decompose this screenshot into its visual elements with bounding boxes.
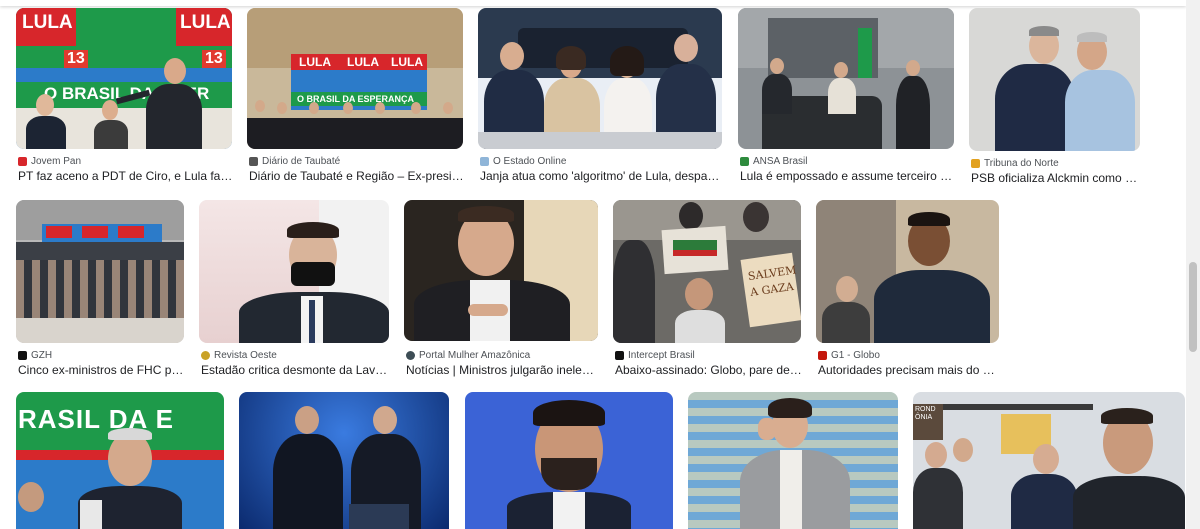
source-name: Jovem Pan: [31, 155, 82, 167]
result-card[interactable]: RASIL DA E: [16, 392, 224, 529]
result-thumbnail[interactable]: [16, 200, 184, 343]
result-title[interactable]: Cinco ex-ministros de FHC par…: [18, 363, 186, 377]
source-name: GZH: [31, 349, 53, 361]
result-source[interactable]: Tribuna do Norte: [971, 157, 1059, 169]
g1-favicon-icon: [818, 350, 827, 360]
gaza-sign-text: SALVEM A GAZA: [747, 263, 798, 299]
mulher-amazonica-favicon-icon: [406, 350, 415, 360]
result-card[interactable]: O Estado Online Janja atua como 'algorit…: [478, 8, 722, 186]
estado-online-favicon-icon: [480, 156, 489, 166]
result-source[interactable]: ANSA Brasil: [740, 155, 807, 167]
banner-text: LULA: [22, 12, 73, 33]
result-source[interactable]: Revista Oeste: [201, 349, 277, 361]
banner-text-3: LULA: [391, 55, 423, 69]
revista-oeste-favicon-icon: [201, 350, 210, 360]
result-card[interactable]: Portal Mulher Amazônica Notícias | Minis…: [404, 200, 600, 378]
sign-text: RONDÔNIA: [915, 406, 936, 421]
tribuna-norte-favicon-icon: [971, 158, 980, 168]
result-thumbnail[interactable]: [478, 8, 722, 149]
source-name: G1 - Globo: [831, 349, 880, 361]
diario-taubate-favicon-icon: [249, 156, 258, 166]
result-title[interactable]: Abaixo-assinado: Globo, pare de d…: [615, 363, 803, 377]
result-card[interactable]: ANSA Brasil Lula é empossado e assume te…: [738, 8, 956, 186]
banner-number: 13: [64, 50, 88, 68]
source-name: Tribuna do Norte: [984, 157, 1059, 169]
result-card[interactable]: [688, 392, 898, 529]
result-source[interactable]: O Estado Online: [480, 155, 566, 167]
result-card[interactable]: G1 - Globo Autoridades precisam mais do …: [816, 200, 1001, 378]
result-thumbnail[interactable]: LULA LULA LULA O BRASIL DA ESPERANÇA: [247, 8, 463, 149]
result-thumbnail[interactable]: RONDÔNIA: [913, 392, 1185, 529]
intercept-favicon-icon: [615, 350, 624, 360]
result-card[interactable]: [239, 392, 449, 529]
result-title[interactable]: PT faz aceno a PDT de Ciro, e Lula fala …: [18, 169, 234, 183]
result-thumbnail[interactable]: [738, 8, 954, 149]
result-source[interactable]: Diário de Taubaté: [249, 155, 340, 167]
source-name: O Estado Online: [493, 155, 567, 167]
banner-text-2: LULA: [347, 55, 379, 69]
result-title[interactable]: Estadão critica desmonte da Lava …: [201, 363, 391, 377]
result-title[interactable]: PSB oficializa Alckmin como vi…: [971, 171, 1142, 185]
result-thumbnail[interactable]: [969, 8, 1140, 151]
result-card[interactable]: Revista Oeste Estadão critica desmonte d…: [199, 200, 391, 378]
source-name: Portal Mulher Amazônica: [419, 349, 531, 361]
gzh-favicon-icon: [18, 350, 27, 360]
result-card[interactable]: Tribuna do Norte PSB oficializa Alckmin …: [969, 8, 1142, 186]
result-source[interactable]: Intercept Brasil: [615, 349, 695, 361]
result-thumbnail[interactable]: [465, 392, 673, 529]
result-card[interactable]: LULA LULA LULA O BRASIL DA ESPERANÇA Diá…: [247, 8, 465, 186]
vertical-scrollbar[interactable]: [1186, 0, 1200, 529]
result-thumbnail[interactable]: LULA 13 LULA 13 O BRASIL DA E PER: [16, 8, 232, 149]
result-source[interactable]: G1 - Globo: [818, 349, 880, 361]
result-title[interactable]: Janja atua como 'algoritmo' de Lula, des…: [480, 169, 720, 183]
scrollbar-thumb[interactable]: [1189, 262, 1197, 352]
source-name: ANSA Brasil: [753, 155, 808, 167]
source-name: Diário de Taubaté: [262, 155, 341, 167]
result-thumbnail[interactable]: [816, 200, 999, 343]
result-thumbnail[interactable]: SALVEM A GAZA: [613, 200, 801, 343]
result-title[interactable]: Lula é empossado e assume terceiro m…: [740, 169, 956, 183]
banner-number-right: 13: [202, 50, 226, 68]
ansa-favicon-icon: [740, 156, 749, 166]
result-card[interactable]: RONDÔNIA: [913, 392, 1185, 529]
result-title[interactable]: Autoridades precisam mais do qu…: [818, 363, 1001, 377]
result-thumbnail[interactable]: [239, 392, 449, 529]
result-source[interactable]: Jovem Pan: [18, 155, 81, 167]
jovem-pan-favicon-icon: [18, 156, 27, 166]
result-card[interactable]: LULA 13 LULA 13 O BRASIL DA E PER Jovem …: [16, 8, 234, 186]
result-card[interactable]: [465, 392, 673, 529]
result-thumbnail[interactable]: [688, 392, 898, 529]
top-shadow-bar: [0, 0, 1186, 6]
banner-text: LULA: [299, 55, 331, 69]
result-thumbnail[interactable]: [404, 200, 598, 341]
result-card[interactable]: GZH Cinco ex-ministros de FHC par…: [16, 200, 186, 378]
result-thumbnail[interactable]: [199, 200, 389, 343]
result-source[interactable]: GZH: [18, 349, 52, 361]
result-title[interactable]: Notícias | Ministros julgarão inelegi…: [406, 363, 600, 377]
result-source[interactable]: Portal Mulher Amazônica: [406, 349, 530, 361]
result-title[interactable]: Diário de Taubaté e Região – Ex-preside…: [249, 169, 465, 183]
source-name: Revista Oeste: [214, 349, 277, 361]
banner-text-right: LULA: [180, 12, 231, 33]
source-name: Intercept Brasil: [628, 349, 695, 361]
result-card[interactable]: SALVEM A GAZA Intercept Brasil Abaixo-as…: [613, 200, 803, 378]
banner-text: RASIL DA E: [18, 404, 174, 434]
result-thumbnail[interactable]: RASIL DA E: [16, 392, 224, 529]
